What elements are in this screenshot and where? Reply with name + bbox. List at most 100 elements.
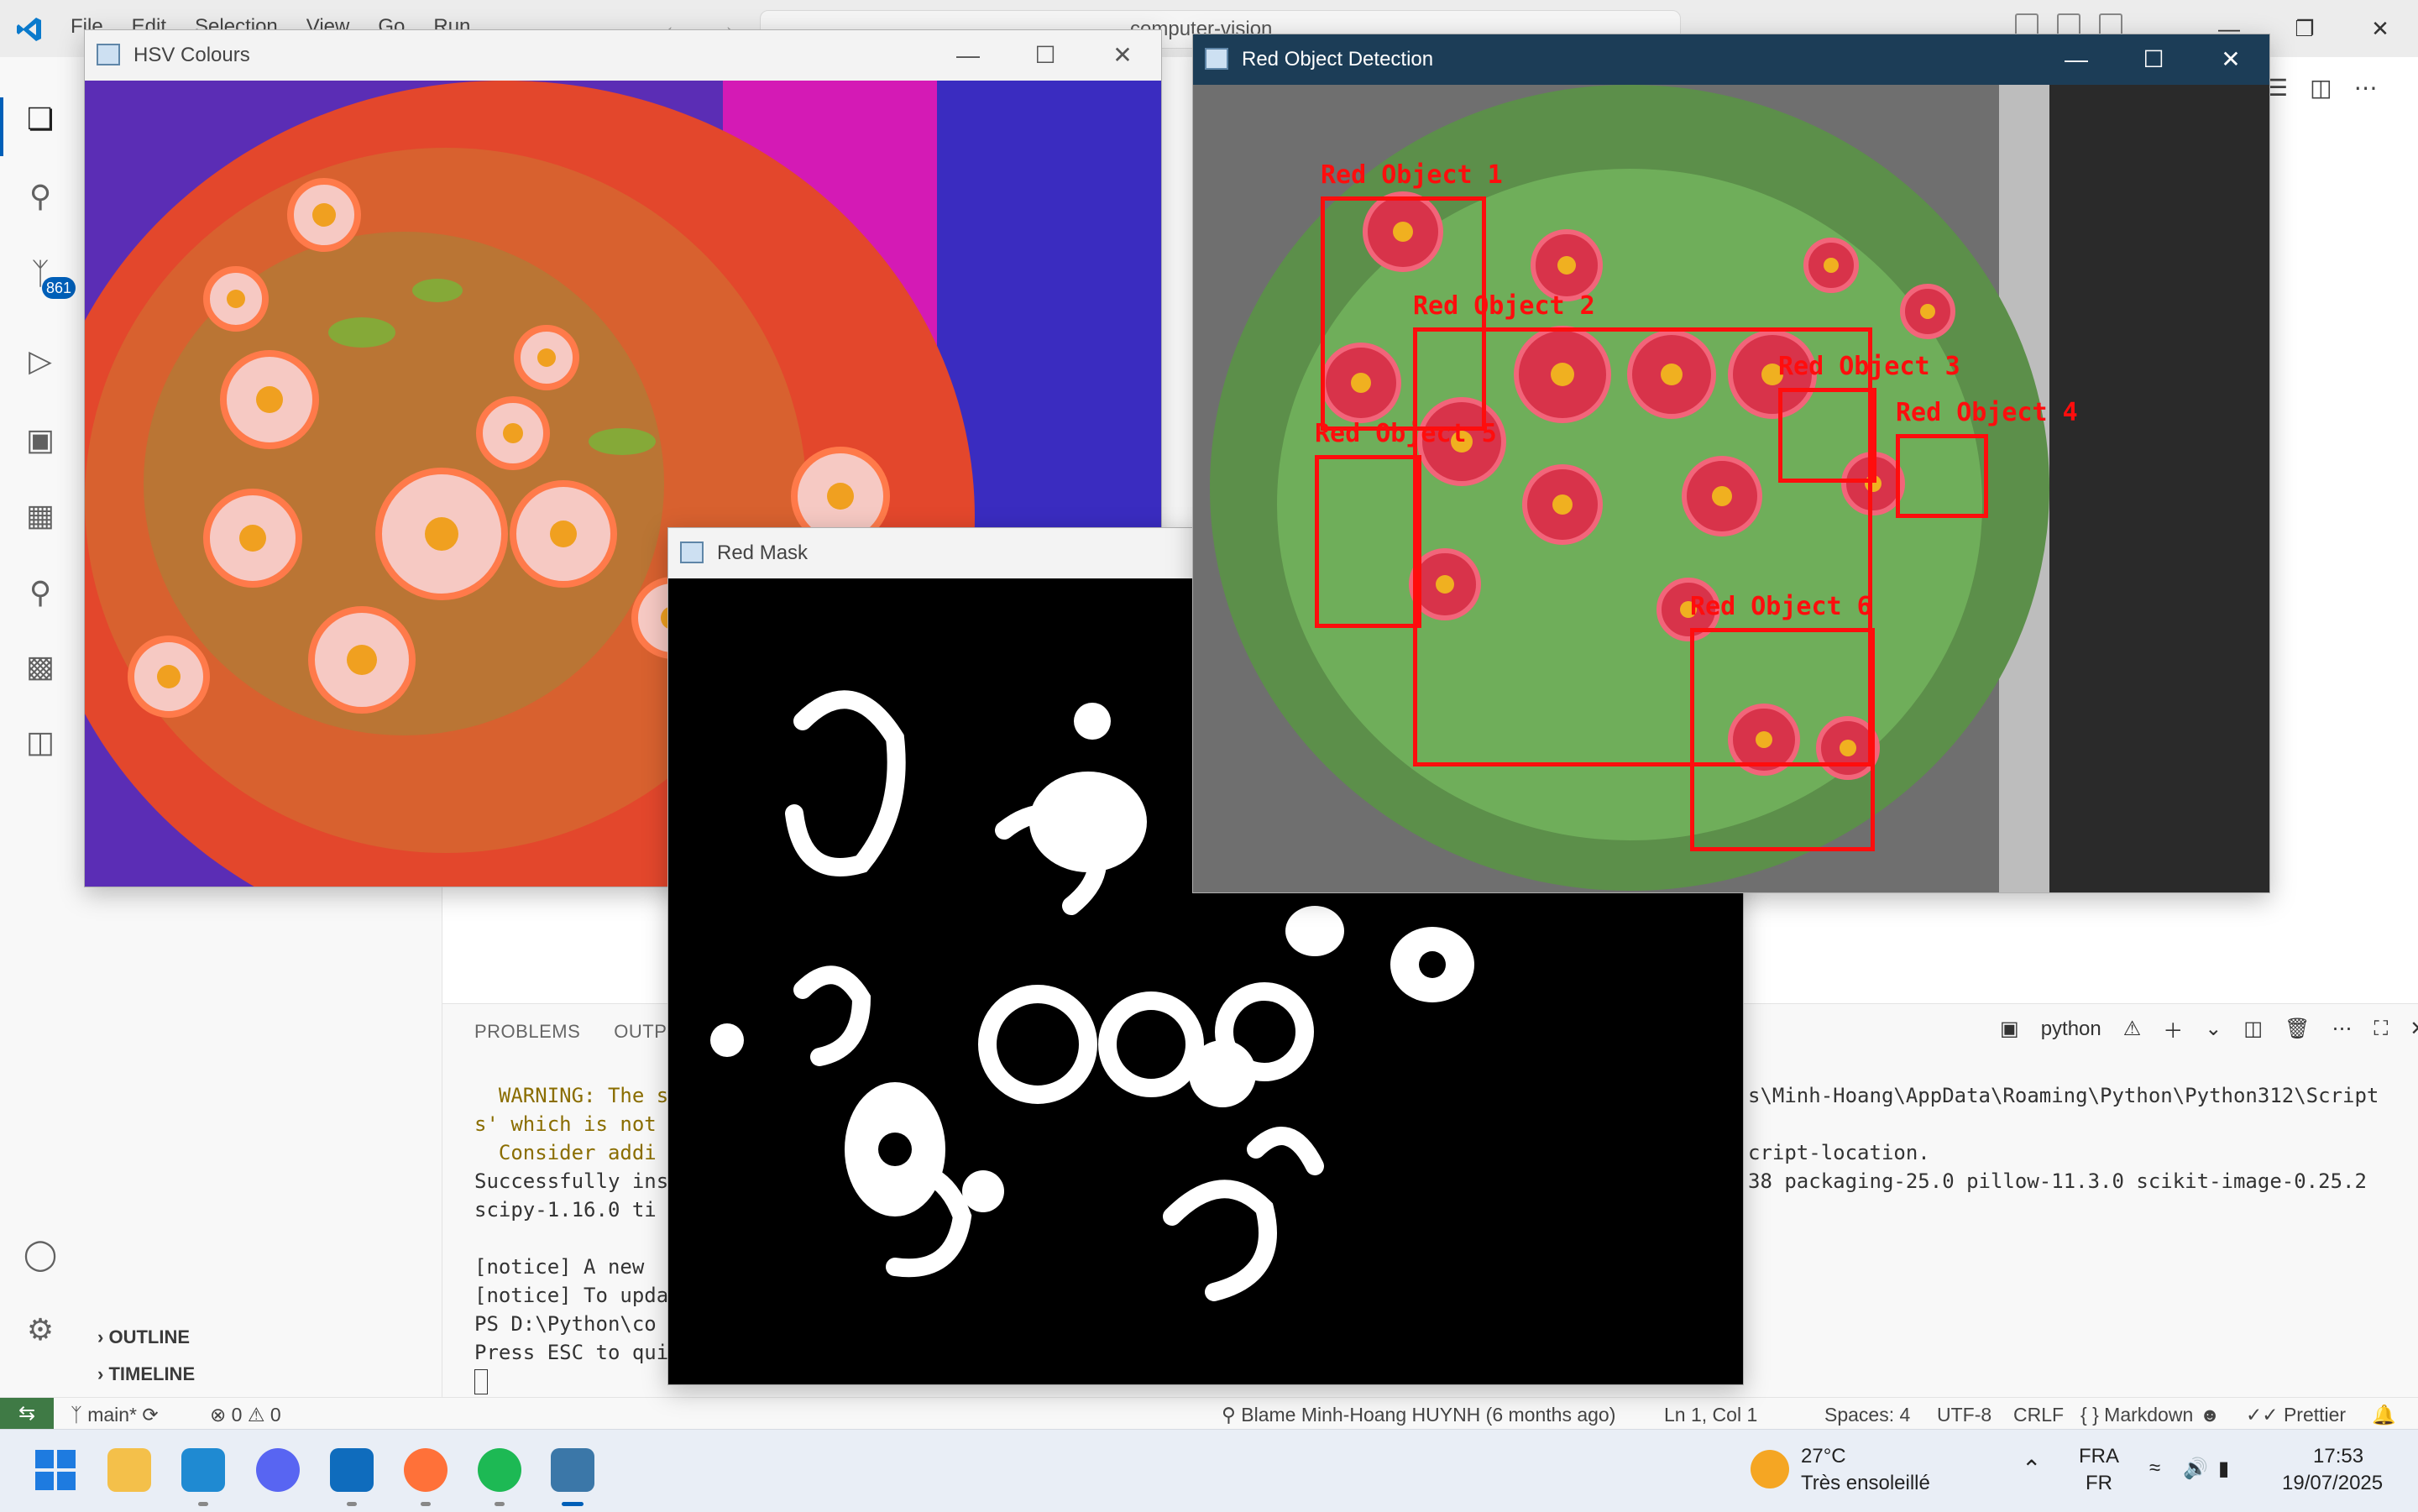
terminal-line: 38 packaging-25.0 pillow-11.3.0 scikit-i…	[1748, 1169, 2367, 1193]
line-endings[interactable]: CRLF	[2013, 1404, 2064, 1426]
terminal-line: scipy-1.16.0 ti	[474, 1198, 657, 1222]
close-panel-icon[interactable]: ✕	[2410, 1017, 2418, 1041]
window-titlebar[interactable]: Red Object Detection — ☐ ✕	[1193, 34, 2269, 85]
containers-icon[interactable]: ▩	[18, 645, 62, 688]
wifi-icon[interactable]: ≈	[2149, 1457, 2160, 1480]
close-icon[interactable]: ✕	[1084, 30, 1161, 81]
close-icon[interactable]: ✕	[2192, 34, 2269, 85]
running-indicator	[198, 1502, 208, 1506]
prettier-status[interactable]: ✓✓ Prettier	[2246, 1404, 2346, 1426]
terminal-output-right: s\Minh-Hoang\AppData\Roaming\Python\Pyth…	[1748, 1081, 2379, 1195]
remote-indicator-icon[interactable]: ⇆	[0, 1398, 54, 1430]
window-title: Red Mask	[717, 541, 809, 564]
problems-status[interactable]: ⊗ 0 ⚠ 0	[210, 1404, 281, 1426]
windows-logo-icon	[35, 1450, 76, 1490]
search-icon[interactable]: ⚲	[18, 175, 62, 218]
firefox-icon[interactable]	[404, 1448, 447, 1492]
extensions-icon[interactable]: ▦	[18, 494, 62, 537]
weather-temp[interactable]: 27°C	[1801, 1445, 1846, 1468]
more-actions-icon[interactable]: ⋯	[2354, 74, 2378, 102]
taskbar: 27°C Très ensoleillé ⌃ FRA FR ≈ 🔊 ▮ 17:5…	[0, 1429, 2418, 1512]
explorer-icon[interactable]: ❏	[18, 97, 62, 141]
weather-desc[interactable]: Très ensoleillé	[1801, 1472, 1930, 1495]
terminal-line: PS D:\Python\co	[474, 1312, 657, 1336]
editor-toolbar: ☰ ◫ ⋯	[2267, 74, 2378, 102]
spotify-icon[interactable]	[478, 1448, 521, 1492]
chevron-up-icon[interactable]: ⌃	[2022, 1455, 2041, 1483]
blame-text: Blame Minh-Hoang HUYNH (6 months ago)	[1241, 1404, 1616, 1426]
new-terminal-icon[interactable]: ＋	[2163, 1014, 2183, 1044]
detection-label-3: Red Object 3	[1778, 352, 1960, 381]
settings-gear-icon[interactable]: ⚙	[18, 1308, 62, 1352]
terminal-line: Successfully ins	[474, 1169, 669, 1193]
tab-problems[interactable]: PROBLEMS	[474, 1021, 580, 1043]
maximize-panel-icon[interactable]: ⛶	[2374, 1018, 2389, 1041]
vscode-taskbar-icon[interactable]	[181, 1448, 225, 1492]
prettier-label: Prettier	[2283, 1404, 2347, 1426]
more-icon[interactable]: ⋯	[2332, 1017, 2353, 1041]
file-explorer-icon[interactable]	[107, 1448, 151, 1492]
vscode-logo-icon	[17, 18, 41, 41]
active-indicator	[562, 1502, 584, 1506]
indentation[interactable]: Spaces: 4	[1824, 1404, 1910, 1426]
running-indicator	[495, 1502, 505, 1506]
terminal-name[interactable]: python	[2041, 1018, 2101, 1041]
minimize-icon[interactable]: —	[2038, 34, 2115, 85]
source-control-icon[interactable]: ᛉ 861	[18, 252, 76, 299]
notifications-bell-icon[interactable]: 🔔	[2372, 1404, 2396, 1426]
outlook-icon[interactable]	[330, 1448, 374, 1492]
terminal-line: [notice] A new	[474, 1255, 657, 1279]
chevron-right-icon: ›	[97, 1326, 104, 1347]
git-blame[interactable]: ⚲ Blame Minh-Hoang HUYNH (6 months ago)	[1222, 1404, 1615, 1426]
maximize-icon[interactable]: ☐	[2115, 34, 2192, 85]
database-icon[interactable]: ◫	[18, 720, 62, 764]
timeline-section[interactable]: › TIMELINE	[97, 1363, 195, 1385]
run-debug-icon[interactable]: ▷	[18, 339, 62, 383]
trash-icon[interactable]: 🗑	[2285, 1017, 2310, 1041]
outline-section[interactable]: › OUTLINE	[97, 1326, 190, 1348]
restore-icon[interactable]: ❐	[2267, 0, 2342, 57]
remote-explorer-icon[interactable]: ▣	[18, 418, 62, 462]
window-controls: — ☐ ✕	[929, 30, 1161, 81]
battery-icon[interactable]: ▮	[2218, 1457, 2229, 1481]
window-title: Red Object Detection	[1242, 48, 1434, 71]
active-indicator	[0, 97, 3, 156]
encoding[interactable]: UTF-8	[1937, 1404, 1991, 1426]
split-editor-icon[interactable]: ◫	[2310, 74, 2332, 102]
app-window-icon	[680, 541, 704, 563]
testing-icon[interactable]: ⚲	[18, 571, 62, 615]
language-mode[interactable]: { } Markdown	[2080, 1404, 2193, 1426]
terminal-icon: ▣	[2000, 1018, 2019, 1040]
outline-label: OUTLINE	[108, 1326, 191, 1347]
split-terminal-icon[interactable]: ◫	[2243, 1017, 2263, 1041]
activity-bar: ❏ ⚲ ᛉ 861 ▷ ▣ ▦ ⚲ ▩ ◫ ◯ ⚙	[0, 57, 81, 1397]
terminal-line: Consider addi	[474, 1141, 657, 1164]
maximize-icon[interactable]: ☐	[1007, 30, 1084, 81]
copilot-icon[interactable]: ☻	[2200, 1404, 2220, 1426]
language-top[interactable]: FRA	[2079, 1445, 2119, 1468]
start-button[interactable]	[34, 1448, 77, 1492]
running-indicator	[421, 1502, 431, 1506]
detection-box-3	[1778, 388, 1876, 483]
volume-icon[interactable]: 🔊	[2183, 1457, 2208, 1481]
terminal-output[interactable]: WARNING: The s s' which is not Consider …	[474, 1081, 668, 1395]
timeline-label: TIMELINE	[108, 1363, 196, 1384]
clock-date[interactable]: 19/07/2025	[2282, 1472, 2383, 1495]
close-icon[interactable]: ✕	[2342, 0, 2418, 57]
clock-time[interactable]: 17:53	[2313, 1445, 2363, 1468]
minimize-icon[interactable]: —	[929, 30, 1007, 81]
terminal-line: cript-location.	[1748, 1141, 1930, 1164]
window-titlebar[interactable]: HSV Colours — ☐ ✕	[85, 30, 1161, 81]
status-bar: ⇆ ᛉ main* ⟳ ⊗ 0 ⚠ 0 ⚲ Blame Minh-Hoang H…	[0, 1397, 2418, 1430]
discord-icon[interactable]	[256, 1448, 300, 1492]
python-icon[interactable]	[551, 1448, 594, 1492]
terminal-line: [notice] To upda	[474, 1284, 669, 1307]
weather-sun-icon[interactable]	[1751, 1450, 1789, 1488]
branch-name: main*	[87, 1404, 138, 1426]
cursor-position[interactable]: Ln 1, Col 1	[1664, 1404, 1757, 1426]
chevron-down-icon[interactable]: ⌄	[2205, 1017, 2222, 1041]
language-name: Markdown	[2104, 1404, 2194, 1426]
account-icon[interactable]: ◯	[18, 1232, 62, 1276]
language-bottom[interactable]: FR	[2086, 1472, 2112, 1495]
branch-status[interactable]: ᛉ main* ⟳	[71, 1404, 159, 1426]
